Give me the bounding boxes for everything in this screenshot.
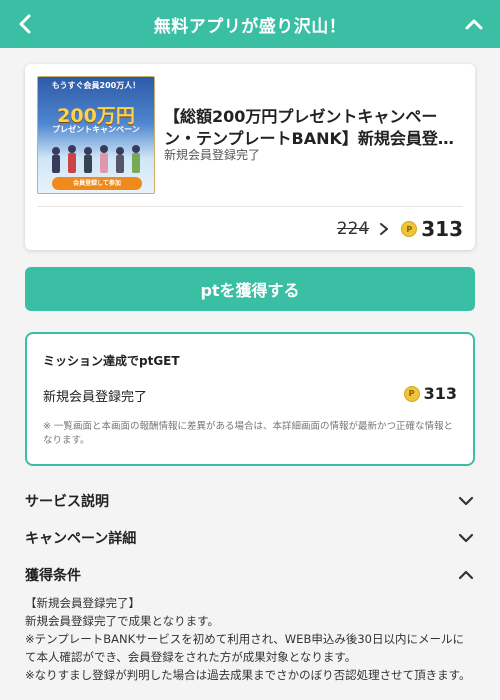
mission-points-value: 313 xyxy=(423,384,457,403)
accordion-campaign[interactable]: キャンペーン詳細 xyxy=(25,524,475,552)
mission-points: P 313 xyxy=(403,384,457,403)
accordion-campaign-label: キャンペーン詳細 xyxy=(25,531,137,547)
mission-box: ミッション達成でptGET 新規会員登録完了 P 313 ※ 一覧画面と本画面の… xyxy=(25,332,475,466)
offer-card: もうすぐ会員200万人！ 200万円 プレゼントキャンペーン 会員登録して参加 … xyxy=(25,64,475,250)
conditions-body: 【新規会員登録完了】 新規会員登録完了で成果となります。 ※テンプレートBANK… xyxy=(25,594,475,684)
arrow-right-icon xyxy=(380,223,389,235)
chevron-up-icon xyxy=(458,570,474,580)
banner-top-text: もうすぐ会員200万人！ xyxy=(51,81,141,90)
mission-item-label: 新規会員登録完了 xyxy=(43,390,148,405)
mission-note: ※ 一覧画面と本画面の報酬情報に差異がある場合は、本詳細画面の情報が最新かつ正確… xyxy=(43,421,453,446)
collapse-button[interactable] xyxy=(460,10,488,38)
chevron-down-icon xyxy=(458,533,474,543)
chevron-left-icon xyxy=(19,14,31,34)
banner-cta: 会員登録して参加 xyxy=(52,177,142,190)
app-header: 無料アプリが盛り沢山！ xyxy=(0,0,500,48)
page-title: 無料アプリが盛り沢山！ xyxy=(153,16,347,37)
divider xyxy=(37,206,463,207)
accordion-service-label: サービス説明 xyxy=(25,494,109,510)
banner-campaign-text: プレゼントキャンペーン xyxy=(52,125,140,134)
point-coin-icon: P xyxy=(401,221,418,237)
mission-title: ミッション達成でptGET xyxy=(43,354,180,368)
get-points-button[interactable]: ptを獲得する xyxy=(25,267,475,311)
chevron-up-icon xyxy=(465,19,483,30)
conditions-line: ※テンプレートBANKサービスを初めて利用され、WEB申込み後30日以内にメール… xyxy=(25,632,464,664)
accordion-conditions-label: 獲得条件 xyxy=(25,568,81,584)
conditions-line: 【新規会員登録完了】 xyxy=(25,596,140,610)
conditions-line: 新規会員登録完了で成果となります。 xyxy=(25,614,220,628)
accordion-service[interactable]: サービス説明 xyxy=(25,487,475,515)
chevron-down-icon xyxy=(458,496,474,506)
point-coin-icon: P xyxy=(403,385,420,402)
back-button[interactable] xyxy=(14,10,38,38)
new-points: 313 xyxy=(421,217,463,241)
points-row: 224 P 313 xyxy=(337,216,463,242)
conditions-line: ※なりすまし登録が判明した場合は過去成果までさかのぼり否認処理させて頂きます。 xyxy=(25,668,471,682)
offer-subtitle: 新規会員登録完了 xyxy=(164,148,261,162)
old-points: 224 xyxy=(336,219,370,239)
accordion-conditions[interactable]: 獲得条件 xyxy=(25,561,475,589)
people-illustration xyxy=(52,145,140,173)
campaign-banner-image[interactable]: もうすぐ会員200万人！ 200万円 プレゼントキャンペーン 会員登録して参加 xyxy=(37,76,155,194)
offer-title: 【総額200万円プレゼントキャンペーン・テンプレートBANK】新規会員登録プロ… xyxy=(164,107,454,148)
